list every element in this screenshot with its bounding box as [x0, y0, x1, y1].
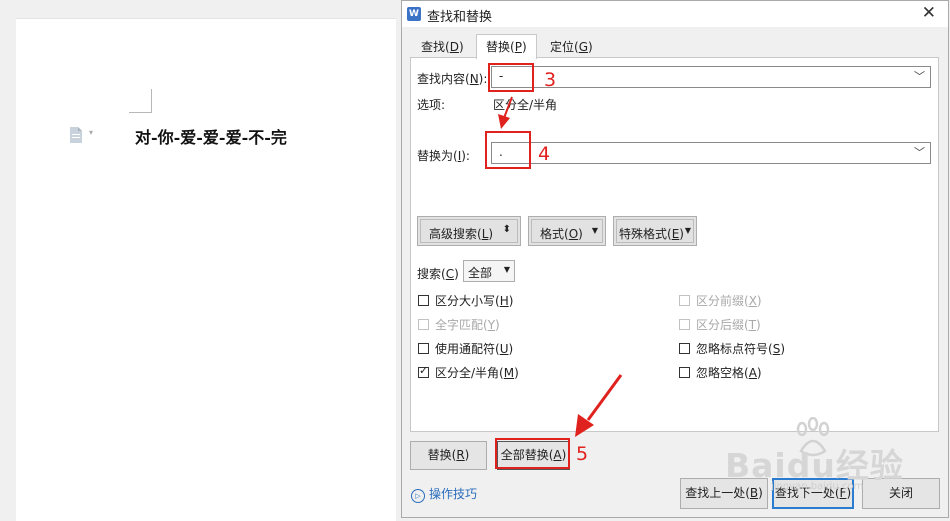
close-icon[interactable]: ✕	[922, 3, 936, 23]
replace-label: 替换为(I):	[417, 149, 470, 163]
dialog-titlebar[interactable]: W 查找和替换 ✕	[402, 1, 948, 27]
advanced-search-button[interactable]: 高级搜索(L) ⬍	[417, 216, 521, 246]
tab-goto[interactable]: 定位(G)	[541, 37, 602, 57]
whole-word-checkbox[interactable]	[418, 319, 429, 330]
replace-input[interactable]: . ﹀	[491, 142, 931, 164]
find-replace-dialog: W 查找和替换 ✕ 查找(D) 替换(P) 定位(G) 查找内容(N): - ﹀…	[401, 0, 949, 518]
match-width-checkbox[interactable]: ✓	[418, 364, 429, 378]
checkmark-icon: ✓	[419, 364, 429, 377]
find-previous-button[interactable]: 查找上一处(B)	[680, 478, 768, 509]
margin-corner-mark	[129, 89, 152, 113]
step5-highlight-box	[495, 438, 570, 469]
match-width-label[interactable]: 区分全/半角(M)	[435, 364, 519, 381]
tips-link[interactable]: ▷ 操作技巧	[411, 485, 477, 503]
search-scope-dropdown-icon: ▼	[503, 265, 510, 274]
step5-number: 5	[576, 443, 589, 465]
ignore-punctuation-label[interactable]: 忽略标点符号(S)	[696, 340, 785, 357]
options-label: 选项:	[417, 98, 446, 112]
search-scope-select[interactable]: 全部 ▼	[463, 260, 515, 282]
match-case-label[interactable]: 区分大小写(H)	[435, 292, 513, 309]
paragraph-menu-icon[interactable]	[69, 127, 83, 143]
match-suffix-checkbox[interactable]	[679, 319, 690, 330]
dialog-title: 查找和替换	[427, 10, 493, 25]
replace-button[interactable]: 替换(R)	[410, 441, 487, 470]
expand-collapse-icon: ⬍	[502, 224, 511, 235]
tab-replace[interactable]: 替换(P)	[476, 34, 537, 59]
special-format-button[interactable]: 特殊格式(E) ▼	[613, 216, 697, 246]
format-dropdown-icon: ▼	[591, 226, 598, 235]
match-suffix-label[interactable]: 区分后缀(T)	[696, 316, 761, 333]
use-wildcards-checkbox[interactable]	[418, 343, 429, 354]
find-label: 查找内容(N):	[417, 72, 488, 86]
step3-highlight-box	[488, 63, 534, 92]
step4-highlight-box	[485, 131, 531, 169]
step3-number: 3	[544, 69, 557, 91]
search-scope-label: 搜索(C)	[417, 267, 459, 281]
options-value: 区分全/半角	[493, 98, 558, 112]
find-dropdown-icon[interactable]: ﹀	[914, 68, 925, 84]
match-case-checkbox[interactable]	[418, 295, 429, 306]
match-prefix-label[interactable]: 区分前缀(X)	[696, 292, 762, 309]
match-prefix-checkbox[interactable]	[679, 295, 690, 306]
search-scope-value: 全部	[468, 266, 493, 280]
whole-word-label[interactable]: 全字匹配(Y)	[435, 316, 500, 333]
document-page[interactable]: ▾ 对-你-爱-爱-爱-不-完	[16, 18, 396, 521]
step4-number: 4	[538, 143, 551, 165]
find-input[interactable]: - ﹀	[491, 66, 931, 88]
paragraph-menu-caret-icon[interactable]: ▾	[89, 128, 93, 137]
format-button[interactable]: 格式(O) ▼	[528, 216, 606, 246]
ignore-punctuation-checkbox[interactable]	[679, 343, 690, 354]
use-wildcards-label[interactable]: 使用通配符(U)	[435, 340, 513, 357]
find-next-button[interactable]: 查找下一处(F)	[772, 478, 854, 509]
play-circle-icon: ▷	[411, 489, 425, 503]
tab-find[interactable]: 查找(D)	[412, 37, 473, 57]
ignore-space-label[interactable]: 忽略空格(A)	[696, 364, 762, 381]
close-button[interactable]: 关闭	[862, 478, 940, 509]
special-format-dropdown-icon: ▼	[684, 226, 691, 235]
document-text[interactable]: 对-你-爱-爱-爱-不-完	[135, 124, 287, 148]
ignore-space-checkbox[interactable]	[679, 367, 690, 378]
wps-writer-icon: W	[407, 7, 421, 21]
replace-dropdown-icon[interactable]: ﹀	[914, 144, 925, 160]
